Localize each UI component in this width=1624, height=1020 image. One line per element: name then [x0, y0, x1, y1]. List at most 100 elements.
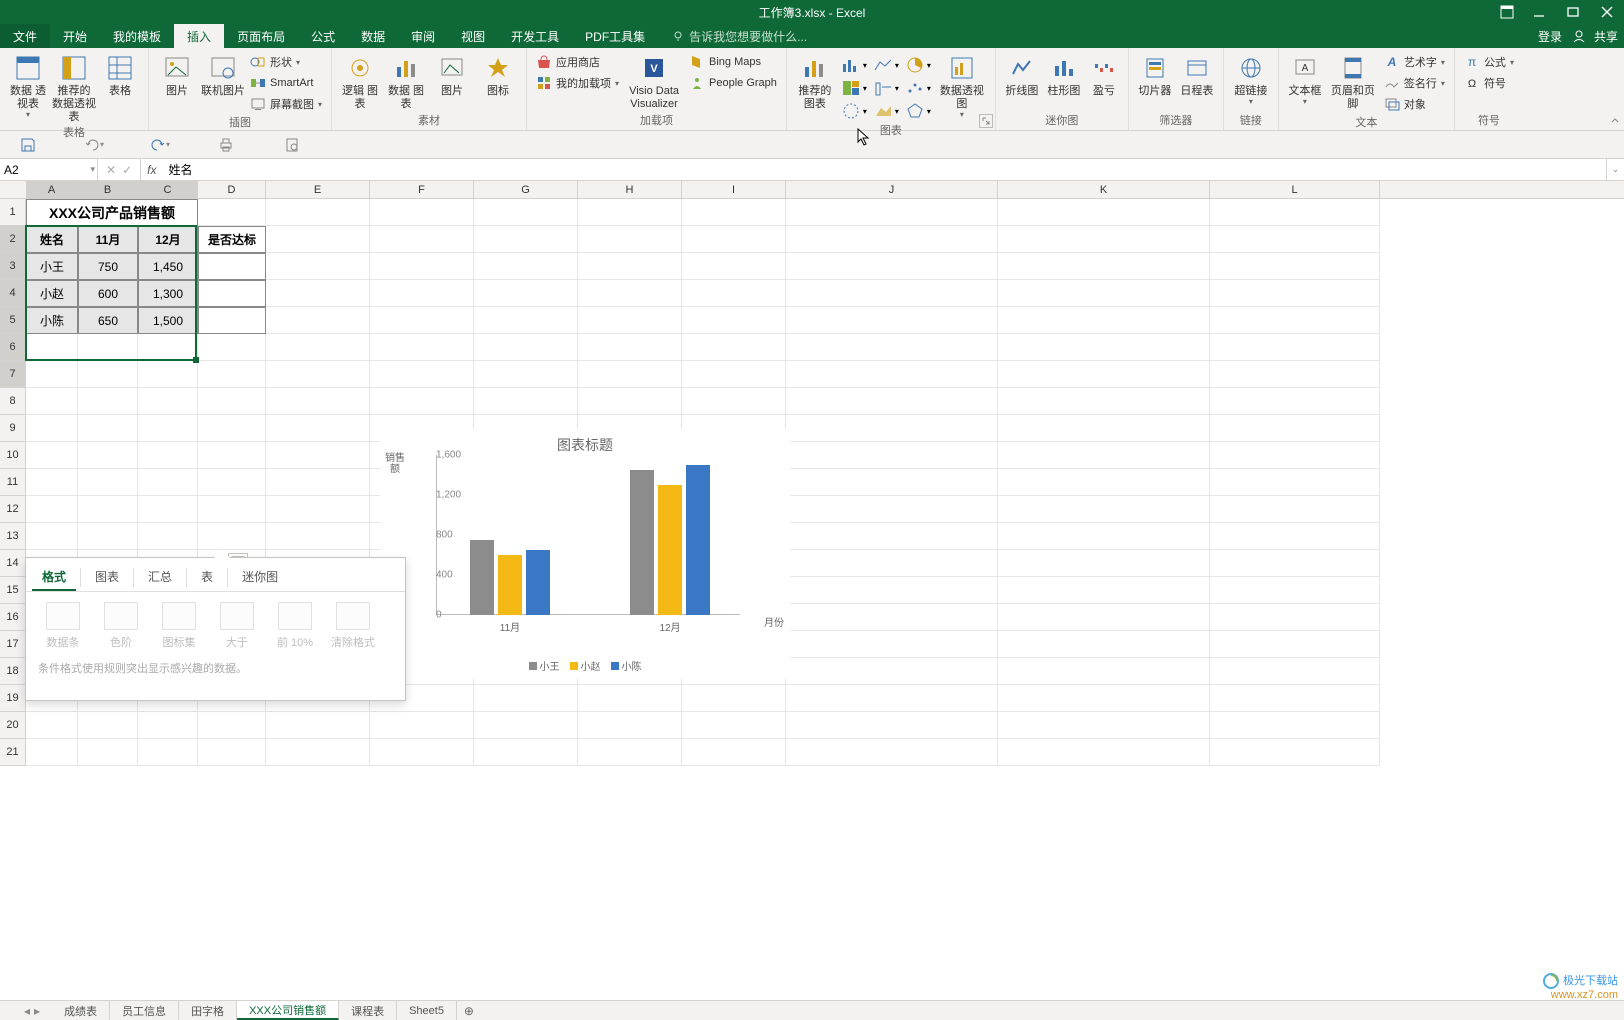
sheet-tab[interactable]: Sheet5: [397, 1001, 457, 1020]
formula-value[interactable]: 姓名: [162, 161, 198, 178]
rec-pivot-button[interactable]: 推荐的 数据透视表: [52, 50, 96, 124]
qa-opt-colorscale[interactable]: 色阶: [96, 602, 146, 650]
pivot-table-button[interactable]: 数据 透视表▾: [6, 50, 50, 119]
sheet-tab[interactable]: 课程表: [339, 1001, 397, 1020]
table-button[interactable]: 表格: [98, 50, 142, 98]
preview-button[interactable]: [280, 133, 304, 157]
row-header[interactable]: 15: [0, 577, 26, 604]
table-cell[interactable]: [198, 253, 266, 280]
close-button[interactable]: [1590, 0, 1624, 24]
row-header[interactable]: 9: [0, 415, 26, 442]
signature-button[interactable]: 签名行▾: [1381, 73, 1448, 93]
logic-chart-button[interactable]: 逻辑 图表: [338, 50, 382, 111]
col-header-G[interactable]: G: [474, 181, 578, 198]
visio-button[interactable]: VVisio Data Visualizer: [624, 50, 684, 111]
chart-type-radar-icon[interactable]: ▾: [903, 100, 933, 122]
row-header[interactable]: 14: [0, 550, 26, 577]
col-header-I[interactable]: I: [682, 181, 786, 198]
row-header[interactable]: 5: [0, 307, 26, 334]
fx-icon[interactable]: fx: [141, 163, 162, 177]
qa-opt-top10[interactable]: 前 10%: [270, 602, 320, 650]
sheet-tab-active[interactable]: XXX公司销售额: [237, 1001, 339, 1020]
table-cell[interactable]: 600: [78, 280, 138, 307]
qa-opt-iconset[interactable]: 图标集: [154, 602, 204, 650]
embedded-chart[interactable]: 图表标题 销售额 04008001,2001,60011月12月 月份 小王小赵…: [380, 429, 790, 679]
table-cell[interactable]: 650: [78, 307, 138, 334]
tab-dev[interactable]: 开发工具: [498, 24, 572, 48]
name-box[interactable]: ▾: [0, 159, 98, 181]
tab-data[interactable]: 数据: [348, 24, 398, 48]
minimize-button[interactable]: [1522, 0, 1556, 24]
tab-pdf[interactable]: PDF工具集: [572, 24, 658, 48]
qa-opt-databars[interactable]: 数据条: [38, 602, 88, 650]
enter-icon[interactable]: ✓: [122, 163, 132, 177]
row-header[interactable]: 12: [0, 496, 26, 523]
tab-file[interactable]: 文件: [0, 24, 50, 48]
row-header[interactable]: 16: [0, 604, 26, 631]
row-header[interactable]: 18: [0, 658, 26, 685]
myaddins-button[interactable]: 我的加载项▾: [533, 73, 622, 93]
print-button[interactable]: [214, 133, 238, 157]
tab-view[interactable]: 视图: [448, 24, 498, 48]
table-cell[interactable]: 1,300: [138, 280, 198, 307]
col-header-D[interactable]: D: [198, 181, 266, 198]
qa-tab-tables[interactable]: 表: [191, 564, 223, 591]
chart-type-line-icon[interactable]: ▾: [871, 54, 901, 76]
share-button[interactable]: 共享: [1594, 28, 1618, 45]
chart-type-column-icon[interactable]: ▾: [839, 54, 869, 76]
col-header-H[interactable]: H: [578, 181, 682, 198]
name-box-dropdown-icon[interactable]: ▾: [90, 164, 95, 175]
cancel-icon[interactable]: ✕: [106, 163, 116, 177]
row-header[interactable]: 13: [0, 523, 26, 550]
table-cell[interactable]: 750: [78, 253, 138, 280]
row-header[interactable]: 7: [0, 361, 26, 388]
qa-tab-spark[interactable]: 迷你图: [232, 564, 288, 591]
shapes-button[interactable]: 形状▾: [247, 52, 325, 72]
row-header[interactable]: 4: [0, 280, 26, 307]
timeline-button[interactable]: 日程表: [1177, 50, 1217, 98]
hyperlink-button[interactable]: 超链接▾: [1230, 50, 1272, 106]
chart-type-surface-icon[interactable]: ▾: [871, 100, 901, 122]
qa-opt-clear[interactable]: 清除格式: [328, 602, 378, 650]
peoplegraph-button[interactable]: People Graph: [686, 73, 780, 93]
row-header[interactable]: 2: [0, 226, 26, 253]
qa-tab-charts[interactable]: 图表: [85, 564, 129, 591]
table-header-name[interactable]: 姓名: [26, 226, 78, 253]
qa-tab-format[interactable]: 格式: [32, 564, 76, 591]
table-cell[interactable]: 小赵: [26, 280, 78, 307]
table-cell[interactable]: [198, 280, 266, 307]
row-header[interactable]: 8: [0, 388, 26, 415]
chart-type-treemap-icon[interactable]: ▾: [839, 77, 869, 99]
row-header[interactable]: 21: [0, 739, 26, 766]
chart-type-pie-icon[interactable]: ▾: [903, 54, 933, 76]
pivot-chart-button[interactable]: 数据透视图▾: [935, 50, 989, 119]
symbol-button[interactable]: Ω符号: [1461, 73, 1517, 93]
tab-formula[interactable]: 公式: [298, 24, 348, 48]
table-cell[interactable]: 小王: [26, 253, 78, 280]
row-header[interactable]: 19: [0, 685, 26, 712]
tell-me-search[interactable]: 告诉我您想要做什么...: [672, 24, 807, 48]
name-box-input[interactable]: [4, 163, 74, 177]
equation-button[interactable]: π公式▾: [1461, 52, 1517, 72]
object-button[interactable]: 对象: [1381, 94, 1448, 114]
row-header[interactable]: 10: [0, 442, 26, 469]
table-header-ok[interactable]: 是否达标: [198, 226, 266, 253]
row-header[interactable]: 20: [0, 712, 26, 739]
row-header[interactable]: 17: [0, 631, 26, 658]
qa-tab-totals[interactable]: 汇总: [138, 564, 182, 591]
data-chart-button[interactable]: 数据 图表: [384, 50, 428, 111]
row-header[interactable]: 3: [0, 253, 26, 280]
wordart-button[interactable]: A艺术字▾: [1381, 52, 1448, 72]
table-cell[interactable]: 小陈: [26, 307, 78, 334]
sparkline-line-button[interactable]: 折线图: [1002, 50, 1042, 98]
sheet-tab[interactable]: 田字格: [179, 1001, 237, 1020]
redo-button[interactable]: ▾: [82, 133, 106, 157]
sheet-tab[interactable]: 员工信息: [110, 1001, 179, 1020]
chart-type-stock-icon[interactable]: ▾: [839, 100, 869, 122]
table-cell[interactable]: 1,500: [138, 307, 198, 334]
sparkline-winloss-button[interactable]: 盈亏: [1086, 50, 1122, 98]
table-cell[interactable]: [198, 307, 266, 334]
charts-dialog-launcher[interactable]: [979, 114, 993, 128]
col-header-A[interactable]: A: [26, 181, 78, 198]
table-header-dec[interactable]: 12月: [138, 226, 198, 253]
